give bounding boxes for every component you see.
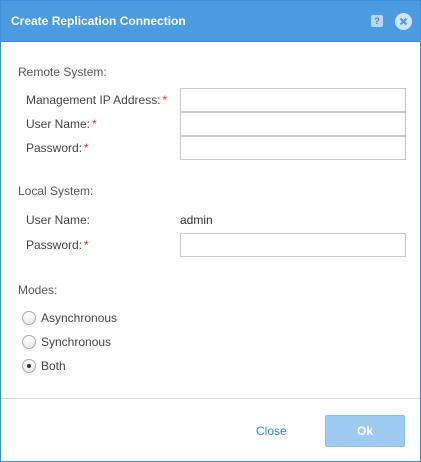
remote-password-label-text: Password:: [26, 141, 83, 155]
remote-username-label-text: User Name:: [26, 117, 91, 131]
remote-system-heading: Remote System:: [18, 65, 107, 79]
close-icon[interactable]: [395, 13, 412, 30]
radio-button[interactable]: [22, 335, 36, 349]
local-password-input[interactable]: [180, 233, 406, 257]
required-mark: *: [92, 117, 97, 131]
remote-username-label: User Name: *: [26, 117, 97, 131]
radio-selected-dot: [27, 364, 31, 368]
modes-heading: Modes:: [18, 283, 58, 297]
required-mark: *: [162, 93, 168, 107]
dialog-title: Create Replication Connection: [11, 14, 186, 28]
help-icon[interactable]: ?: [371, 15, 383, 27]
replication-dialog: Create Replication Connection ? Remote S…: [0, 0, 421, 462]
radio-label: Both: [41, 359, 66, 373]
mgmt-ip-label-text: Management IP Address:: [26, 93, 161, 107]
radio-label: Synchronous: [41, 335, 112, 349]
local-password-label-text: Password:: [26, 238, 83, 252]
radio-label: Asynchronous: [41, 311, 118, 325]
dialog-titlebar: Create Replication Connection ?: [1, 1, 420, 42]
radio-button[interactable]: [22, 359, 36, 373]
required-mark: *: [84, 141, 89, 155]
close-button[interactable]: Close: [256, 424, 287, 438]
remote-username-input[interactable]: [180, 112, 406, 136]
local-username-value: admin: [180, 213, 213, 227]
remote-password-input[interactable]: [180, 136, 406, 160]
dialog-footer: Close Ok: [1, 398, 420, 461]
mgmt-ip-input[interactable]: [180, 88, 406, 112]
radio-button[interactable]: [22, 311, 36, 325]
ok-button[interactable]: Ok: [325, 415, 405, 447]
local-username-label: User Name:: [26, 213, 91, 227]
local-password-label: Password: *: [26, 238, 89, 252]
remote-password-label: Password: *: [26, 141, 89, 155]
local-system-heading: Local System:: [18, 184, 94, 198]
mgmt-ip-label: Management IP Address: *: [26, 93, 167, 107]
required-mark: *: [84, 238, 89, 252]
